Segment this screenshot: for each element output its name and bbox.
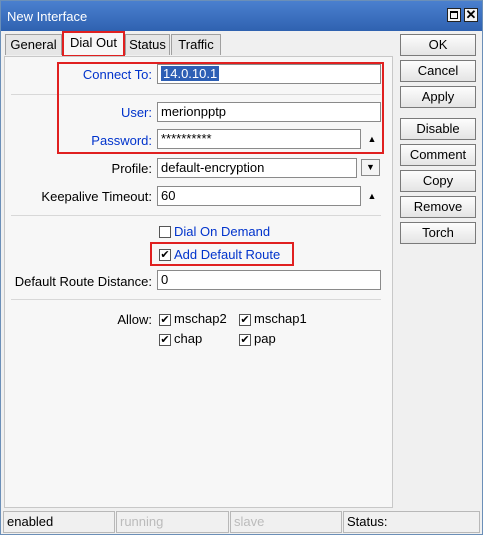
status-label: Status: [343,511,480,533]
profile-select[interactable]: default-encryption [157,158,357,178]
allow-pap-checkbox[interactable]: ✔ [239,334,251,346]
title-bar[interactable]: New Interface ✕ [1,1,482,31]
status-bar: enabled running slave Status: [1,511,482,534]
allow-pap-label: pap [254,331,276,346]
copy-button[interactable]: Copy [400,170,476,192]
ok-button[interactable]: OK [400,34,476,56]
allow-mschap1-label: mschap1 [254,311,307,326]
default-route-distance-label: Default Route Distance: [14,274,152,289]
keepalive-timeout-input[interactable]: 60 [157,186,361,206]
new-interface-window: New Interface ✕ General Dial Out Status … [0,0,483,535]
allow-mschap2-checkbox[interactable]: ✔ [159,314,171,326]
window-title: New Interface [7,9,88,24]
tab-traffic[interactable]: Traffic [171,34,221,55]
allow-mschap1-checkbox[interactable]: ✔ [239,314,251,326]
close-icon[interactable]: ✕ [464,8,478,22]
cancel-button[interactable]: Cancel [400,60,476,82]
apply-button[interactable]: Apply [400,86,476,108]
dial-on-demand-label: Dial On Demand [174,224,271,239]
allow-chap-label: chap [174,331,203,346]
status-running: running [116,511,229,533]
profile-label: Profile: [111,161,152,176]
remove-button[interactable]: Remove [400,196,476,218]
allow-label: Allow: [117,312,152,327]
status-enabled: enabled [3,511,115,533]
dial-out-tab-highlight [62,31,125,57]
profile-dropdown-icon[interactable]: ▼ [361,159,380,176]
allow-mschap2-label: mschap2 [174,311,227,326]
status-slave: slave [230,511,342,533]
allow-chap-checkbox[interactable]: ✔ [159,334,171,346]
separator [11,215,381,216]
tab-general[interactable]: General [5,34,62,55]
torch-button[interactable]: Torch [400,222,476,244]
disable-button[interactable]: Disable [400,118,476,140]
maximize-icon[interactable] [447,8,461,22]
default-route-distance-input[interactable]: 0 [157,270,381,290]
add-default-route-highlight [150,242,294,266]
dial-on-demand-checkbox[interactable] [159,226,171,238]
keepalive-timeout-label: Keepalive Timeout: [41,189,152,204]
credentials-highlight [57,62,384,154]
keepalive-toggle-up-icon[interactable]: ▲ [365,189,379,203]
comment-button[interactable]: Comment [400,144,476,166]
tab-status[interactable]: Status [125,34,170,55]
separator [11,299,381,300]
